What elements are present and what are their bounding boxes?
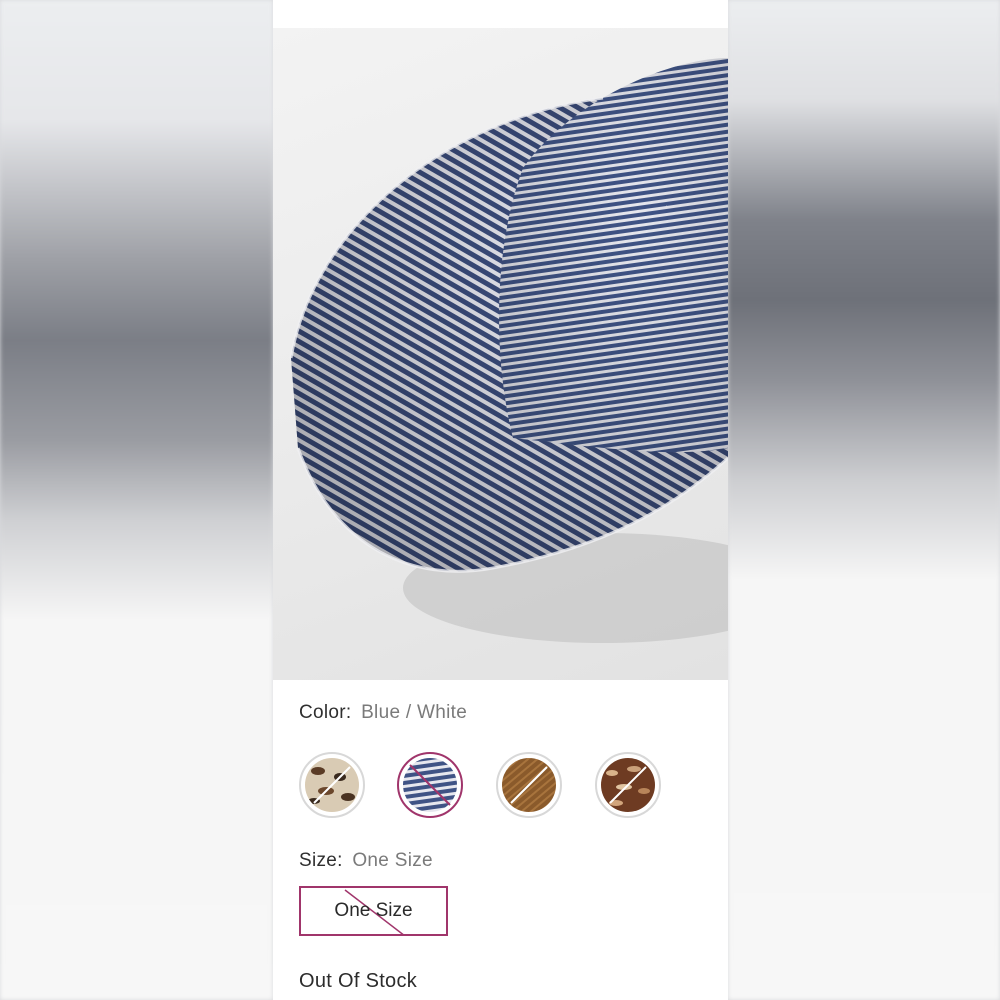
- color-swatches: [299, 752, 699, 818]
- size-value: One Size: [352, 850, 433, 871]
- animal-print-swatch-icon: [601, 758, 655, 812]
- blurred-background-right: [728, 0, 1000, 1000]
- color-value: Blue / White: [361, 702, 468, 723]
- swatch-animal-print[interactable]: [595, 752, 661, 818]
- product-image[interactable]: [273, 28, 728, 680]
- blue-white-swatch-icon: [403, 758, 457, 812]
- size-label-row: Size: One Size: [299, 850, 433, 872]
- size-option-one-size[interactable]: One Size: [299, 886, 448, 936]
- leopard-swatch-icon: [305, 758, 359, 812]
- swatch-brown[interactable]: [496, 752, 562, 818]
- color-label: Color:: [299, 702, 352, 723]
- swatch-leopard[interactable]: [299, 752, 365, 818]
- knit-bucket-hat-photo-icon: [289, 58, 728, 643]
- size-label: Size:: [299, 850, 343, 871]
- product-detail-screen: Color: Blue / White Size: One Size One S…: [273, 0, 728, 1000]
- color-label-row: Color: Blue / White: [299, 702, 467, 724]
- top-bar: [273, 0, 728, 28]
- blurred-background-left: [0, 0, 273, 1000]
- swatch-blue-white[interactable]: [397, 752, 463, 818]
- size-option-label: One Size: [334, 900, 413, 921]
- stock-status: Out Of Stock: [299, 970, 418, 992]
- brown-swatch-icon: [502, 758, 556, 812]
